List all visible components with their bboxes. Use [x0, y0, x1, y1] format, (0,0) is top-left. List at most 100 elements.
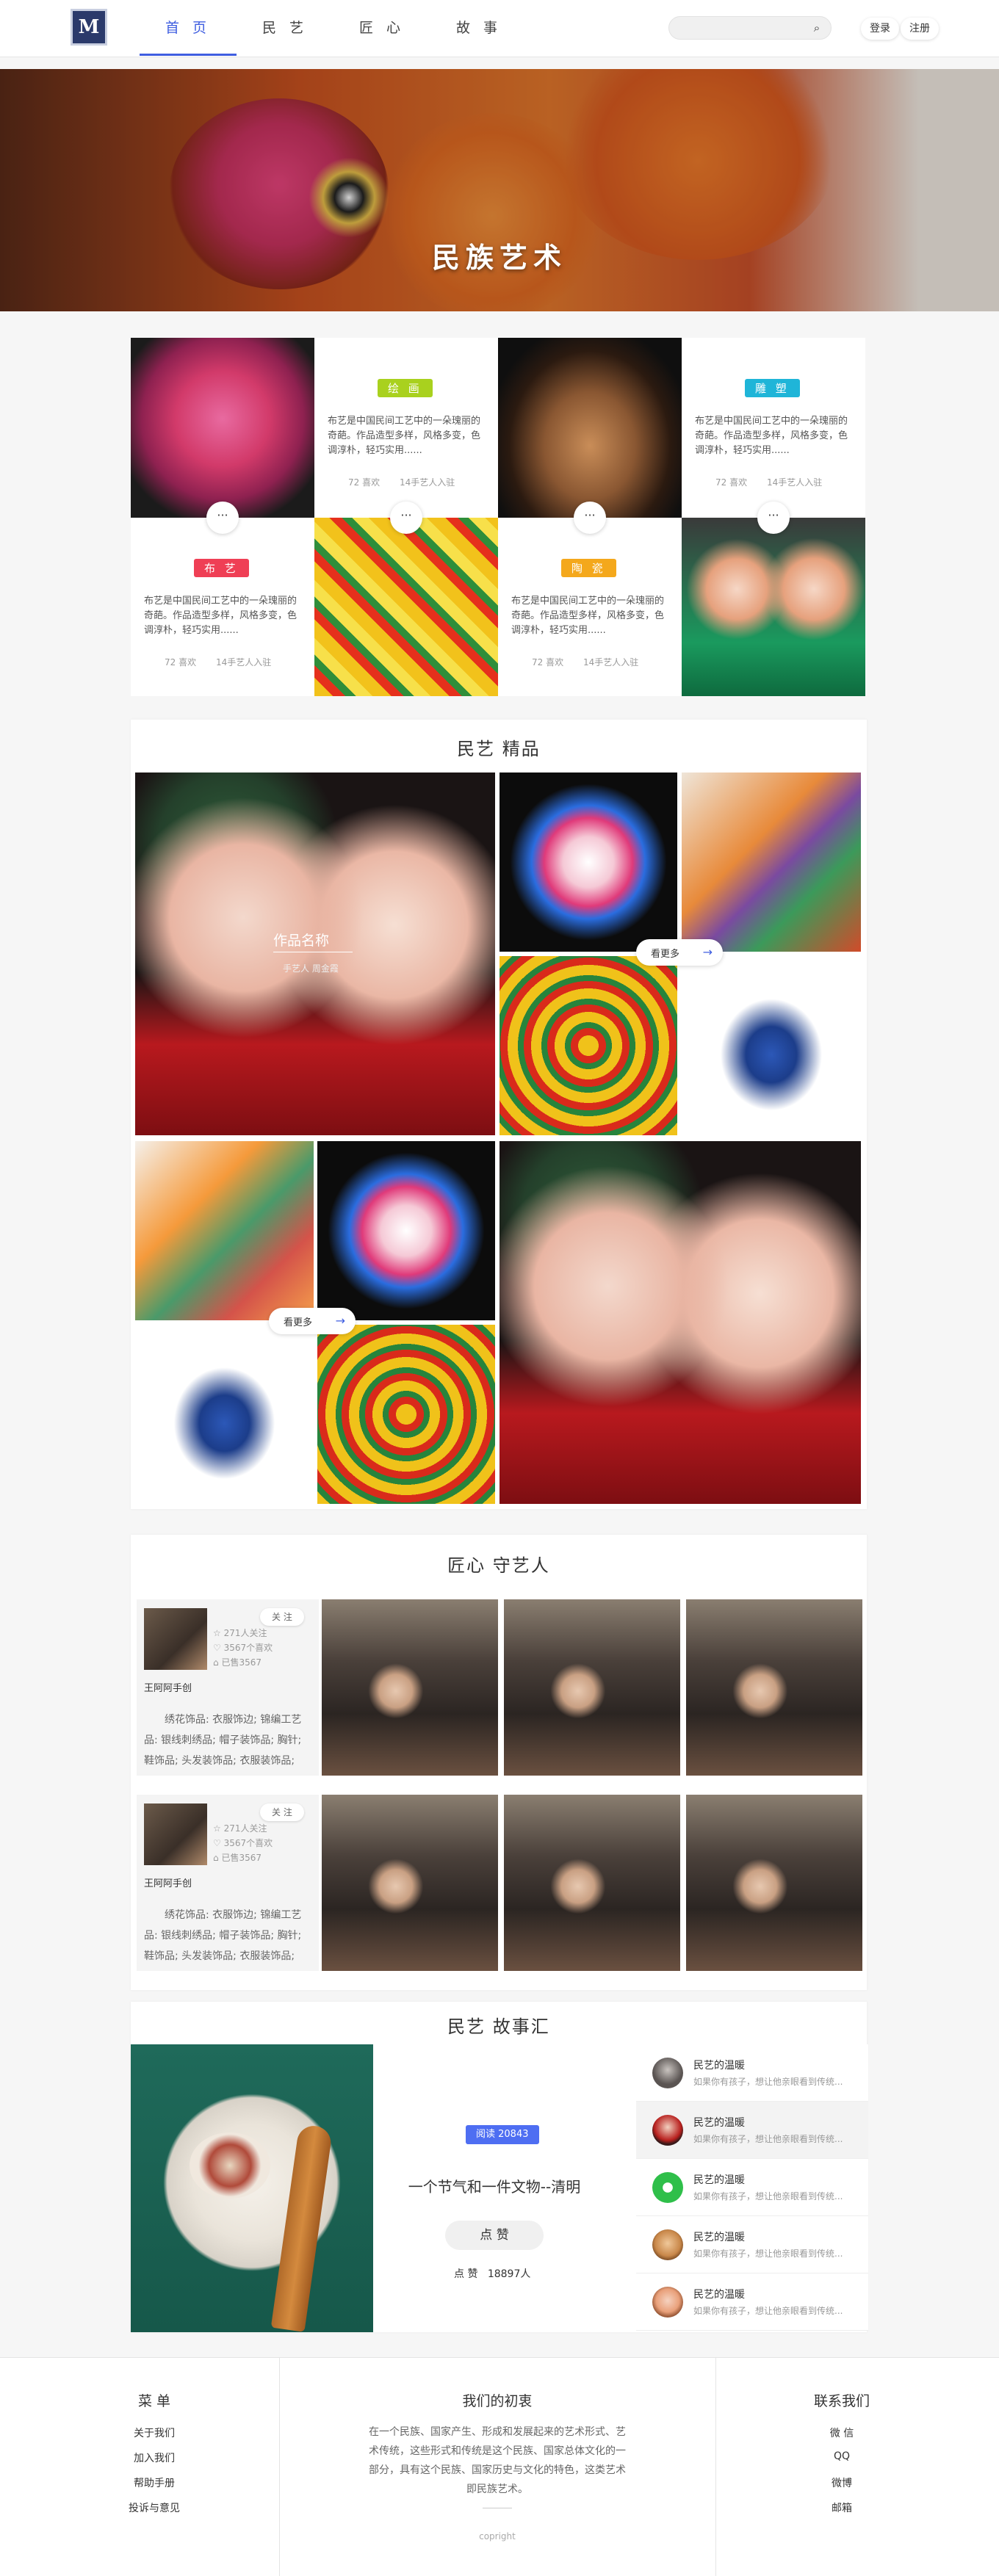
footer-link-qq[interactable]: QQ [768, 2450, 915, 2462]
footer-link-feedback[interactable]: 投诉与意见 [81, 2500, 228, 2515]
sold-count: ⌂ 已售3567 [213, 1853, 262, 1863]
avatar[interactable] [144, 1608, 207, 1670]
card-image-clay-dolls[interactable] [682, 518, 865, 696]
work-thumb[interactable] [317, 1325, 495, 1504]
avatar [652, 2287, 683, 2318]
work-thumb[interactable] [500, 773, 677, 952]
category-tag: 布 艺 [194, 559, 249, 577]
story-headline[interactable]: 一个节气和一件文物--清明 [373, 2175, 616, 2196]
artisan-desc: 绣花饰品: 衣服饰边; 锦编工艺品: 银线刺绣品; 帽子装饰品; 胸针; 鞋饰品… [144, 1714, 302, 1767]
footer-link-weibo[interactable]: 微博 [768, 2475, 915, 2490]
story-list-item[interactable]: 民艺的温暖 如果你有孩子，想让他亲眼看到传统... [636, 2044, 868, 2102]
artisan-photo[interactable] [686, 1795, 862, 1971]
story-list-item[interactable]: 民艺的温暖 如果你有孩子，想让他亲眼看到传统... [636, 2102, 868, 2159]
category-desc: 布艺是中国民间工艺中的一朵瑰丽的奇葩。作品造型多样，风格多变，色调淳朴，轻巧实用… [511, 596, 665, 636]
top-navbar: M 首 页 民 艺 匠 心 故 事 ⌕ 登录 注册 [0, 0, 999, 57]
tag-icon: ⌂ [213, 1657, 222, 1668]
arrow-right-icon: → [702, 945, 713, 959]
card-image-cloth-toy[interactable] [131, 338, 314, 518]
footer-link-about[interactable]: 关于我们 [81, 2425, 228, 2440]
artisan-card[interactable]: 关 注 ☆ 271人关注 ♡ 3567个喜欢 ⌂ 已售3567 王阿阿手创 绣花… [137, 1599, 319, 1776]
fans-count: ☆ 271人关注 [213, 1628, 267, 1638]
more-button[interactable]: ··· [390, 502, 422, 534]
category-card-sculpture[interactable]: 雕 塑 布艺是中国民间工艺中的一朵瑰丽的奇葩。作品造型多样，风格多变，色调淳朴，… [682, 338, 865, 518]
arrow-right-icon: → [335, 1314, 345, 1328]
category-card-painting[interactable]: 绘 画 布艺是中国民间工艺中的一朵瑰丽的奇葩。作品造型多样，风格多变，色调淳朴，… [314, 338, 498, 518]
follow-button[interactable]: 关 注 [260, 1803, 304, 1821]
star-icon: ☆ [213, 1628, 224, 1638]
section-title: 匠心 守艺人 [447, 1555, 550, 1576]
nav-stories[interactable]: 故 事 [430, 0, 527, 56]
footer-link-email[interactable]: 邮箱 [768, 2500, 915, 2515]
view-more-button[interactable]: 看更多 → [636, 939, 723, 966]
avatar[interactable] [144, 1803, 207, 1865]
heart-icon: ♡ [213, 1643, 224, 1653]
star-icon: ☆ [213, 1823, 224, 1834]
work-thumb[interactable] [682, 956, 861, 1135]
more-button[interactable]: ··· [574, 502, 606, 534]
likes-count: 72 喜欢 [165, 657, 197, 667]
artisan-count: 14手艺人入驻 [400, 477, 455, 488]
artisan-photo[interactable] [322, 1795, 498, 1971]
fans-count: ☆ 271人关注 [213, 1823, 267, 1834]
footer-link-help[interactable]: 帮助手册 [81, 2475, 228, 2490]
nav-folk-art[interactable]: 民 艺 [237, 0, 333, 56]
footer-link-wechat[interactable]: 微 信 [768, 2425, 915, 2440]
artisan-photo[interactable] [504, 1795, 680, 1971]
work-thumb[interactable] [135, 1141, 314, 1320]
work-thumb[interactable] [682, 773, 861, 952]
story-feature[interactable]: 阅读 20843 一个节气和一件文物--清明 点 赞 点 赞 18897人 [373, 2044, 616, 2332]
hero-title: 民族艺术 [431, 241, 567, 274]
artisan-count: 14手艺人入驻 [216, 657, 272, 667]
category-desc: 布艺是中国民间工艺中的一朵瑰丽的奇葩。作品造型多样，风格多变，色调淳朴，轻巧实用… [144, 596, 297, 636]
featured-work-image[interactable] [135, 773, 495, 1135]
likes-count: ♡ 3567个喜欢 [213, 1643, 273, 1653]
work-thumb[interactable] [317, 1141, 495, 1320]
like-count: 点 赞 18897人 [454, 2268, 531, 2280]
nav-craftsman[interactable]: 匠 心 [333, 0, 430, 56]
artisan-card[interactable]: 关 注 ☆ 271人关注 ♡ 3567个喜欢 ⌂ 已售3567 王阿阿手创 绣花… [137, 1795, 319, 1971]
search-input[interactable]: ⌕ [668, 16, 832, 40]
artisan-photo[interactable] [504, 1599, 680, 1776]
card-image-pottery[interactable] [498, 338, 682, 518]
story-list-item[interactable]: 民艺的温暖 如果你有孩子，想让他亲眼看到传统... [636, 2216, 868, 2273]
main-nav: 首 页 民 艺 匠 心 故 事 [140, 0, 527, 56]
story-image[interactable] [131, 2044, 373, 2332]
login-button[interactable]: 登录 [861, 18, 899, 40]
avatar [652, 2115, 683, 2146]
footer-mission-text: 在一个民族、国家产生、形成和发展起来的艺术形式、艺术传统，这些形式和传统是这个民… [369, 2426, 626, 2495]
more-button[interactable]: ··· [757, 502, 790, 534]
hero-banner: 民族艺术 [0, 69, 999, 311]
like-button[interactable]: 点 赞 [445, 2221, 544, 2250]
category-card-ceramic[interactable]: 陶 瓷 布艺是中国民间工艺中的一朵瑰丽的奇葩。作品造型多样，风格多变，色调淳朴，… [498, 518, 682, 696]
artisan-name: 王阿阿手创 [144, 1878, 192, 1889]
story-list-item[interactable]: 民艺的温暖 如果你有孩子，想让他亲眼看到传统... [636, 2273, 868, 2331]
footer-link-join[interactable]: 加入我们 [81, 2450, 228, 2465]
story-list-item[interactable]: 民艺的温暖 如果你有孩子，想让他亲眼看到传统... [636, 2159, 868, 2216]
work-thumb[interactable] [500, 956, 677, 1135]
wooden-spoon [270, 2124, 333, 2332]
likes-count: ♡ 3567个喜欢 [213, 1838, 273, 1848]
search-icon[interactable]: ⌕ [810, 21, 823, 35]
featured-work-image[interactable] [500, 1141, 861, 1504]
section-title: 民艺 故事汇 [447, 2016, 550, 2037]
section-title: 民艺 精品 [457, 739, 541, 759]
work-thumb[interactable] [135, 1325, 314, 1504]
category-desc: 布艺是中国民间工艺中的一朵瑰丽的奇葩。作品造型多样，风格多变，色调淳朴，轻巧实用… [328, 416, 481, 456]
artisan-photo[interactable] [686, 1599, 862, 1776]
heart-icon: ♡ [213, 1838, 224, 1848]
footer-menu-title: 菜 单 [137, 2393, 171, 2409]
artisan-photo[interactable] [322, 1599, 498, 1776]
category-card-cloth[interactable]: 布 艺 布艺是中国民间工艺中的一朵瑰丽的奇葩。作品造型多样，风格多变，色调淳朴，… [131, 518, 314, 696]
nav-home[interactable]: 首 页 [140, 0, 237, 56]
follow-button[interactable]: 关 注 [260, 1608, 304, 1626]
sold-count: ⌂ 已售3567 [213, 1657, 262, 1668]
artisan-count: 14手艺人入驻 [583, 657, 639, 667]
page: M 首 页 民 艺 匠 心 故 事 ⌕ 登录 注册 民族艺术 绘 画 布艺是中国… [0, 0, 999, 2576]
category-tag: 绘 画 [378, 379, 433, 397]
site-logo[interactable]: M [71, 9, 107, 46]
more-button[interactable]: ··· [206, 502, 239, 534]
card-image-painting[interactable] [314, 518, 498, 696]
register-button[interactable]: 注册 [901, 18, 939, 40]
view-more-button[interactable]: 看更多 → [269, 1308, 356, 1334]
